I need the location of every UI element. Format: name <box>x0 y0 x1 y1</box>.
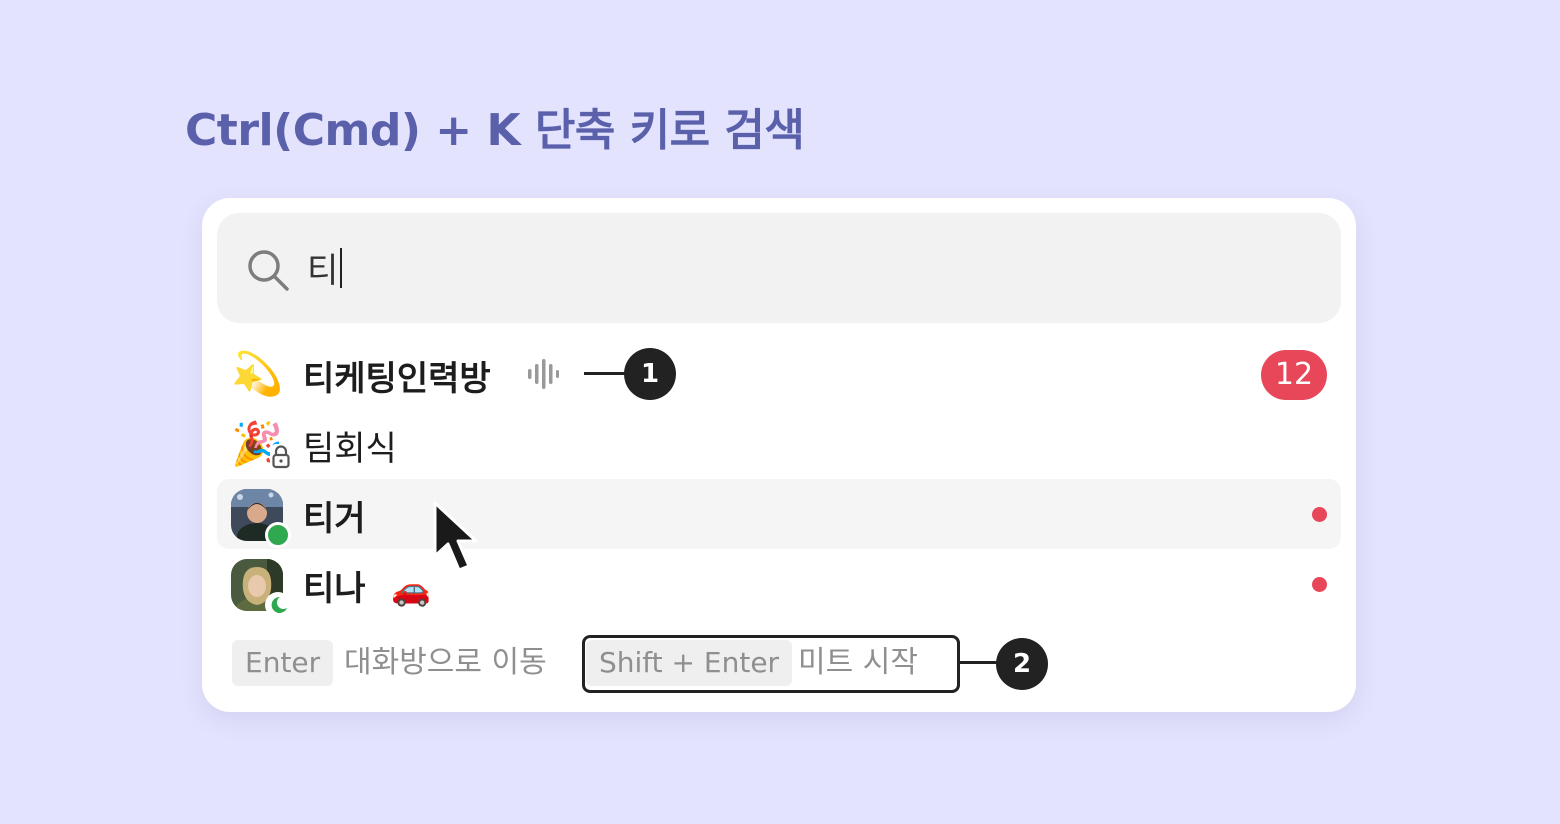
shift-enter-highlight <box>582 635 960 693</box>
away-status-icon <box>265 592 291 618</box>
result-label: 티나 🚗 <box>303 569 432 609</box>
search-icon <box>248 250 289 291</box>
search-query: 티 <box>307 243 343 292</box>
callout-line-1 <box>584 372 628 375</box>
enter-key: Enter <box>232 640 334 686</box>
mouse-pointer-icon <box>433 501 478 572</box>
result-item-ticketing[interactable]: 💫 티케팅인력방 12 <box>217 339 1341 409</box>
result-item-tigger[interactable]: 티거 <box>217 479 1341 549</box>
enter-hint: 대화방으로 이동 <box>344 645 547 680</box>
dizzy-star-icon: 💫 <box>231 349 284 398</box>
callout-2: 2 <box>996 638 1048 690</box>
unread-dot <box>1312 507 1327 522</box>
text-caret <box>340 248 343 288</box>
result-label: 티케팅인력방 <box>303 359 491 399</box>
audio-wave-icon <box>528 359 559 389</box>
callout-1: 1 <box>624 348 676 400</box>
page-headline: Ctrl(Cmd) + K 단축 키로 검색 <box>185 105 805 156</box>
result-item-team-dinner[interactable]: 🎉 팀회식 <box>217 409 1341 479</box>
callout-line-2 <box>957 661 1001 664</box>
result-label: 팀회식 <box>303 429 397 469</box>
unread-count-badge: 12 <box>1261 350 1327 400</box>
result-item-tina[interactable]: 티나 🚗 <box>217 549 1341 619</box>
unread-dot <box>1312 577 1327 592</box>
online-status-icon <box>265 522 291 548</box>
result-label: 티거 <box>303 499 366 539</box>
search-input[interactable]: 티 <box>217 213 1341 323</box>
lock-icon <box>270 444 292 470</box>
car-icon: 🚗 <box>391 570 432 608</box>
